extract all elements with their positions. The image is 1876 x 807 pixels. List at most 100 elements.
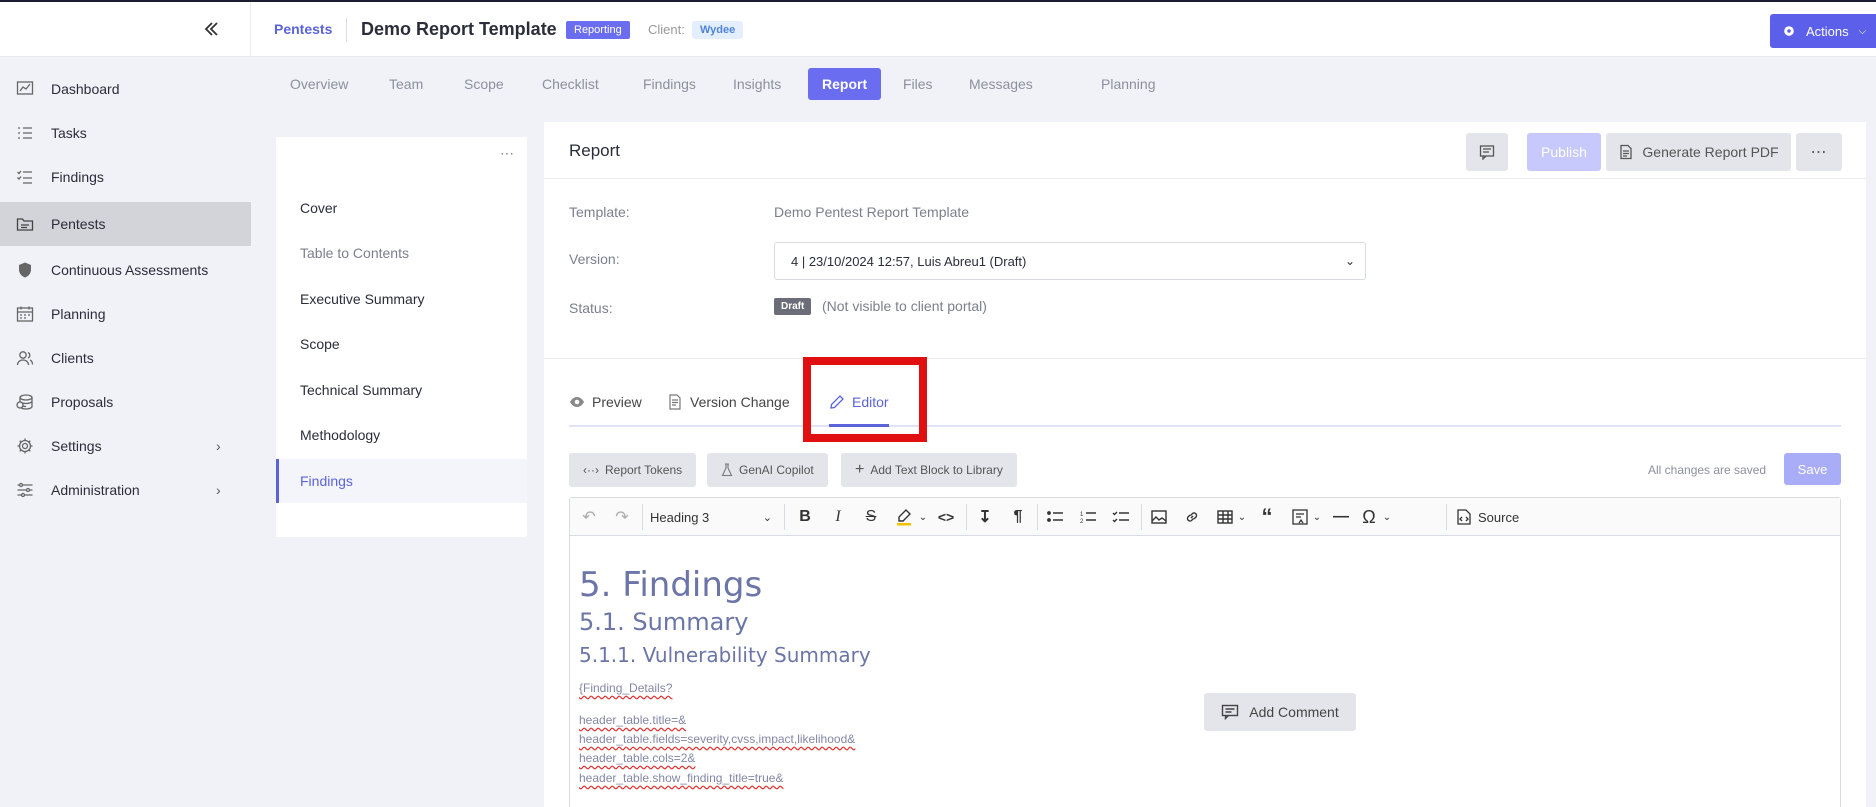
gear-icon [1784,26,1794,36]
undo-icon[interactable]: ↶ [578,506,600,528]
tab-team[interactable]: Team [375,68,437,100]
tab-version-changes[interactable]: Version Change [668,394,790,410]
content-heading-2[interactable]: 5.1. Summary [579,608,748,636]
generate-pdf-label: Generate Report PDF [1642,144,1779,160]
highlight-annotation-box [803,357,927,442]
tab-planning[interactable]: Planning [1087,68,1170,100]
more-options-icon[interactable]: ⋯ [500,145,515,162]
strikethrough-icon[interactable]: S [860,506,882,528]
document-icon [669,394,681,410]
sidebar-item-proposals[interactable]: Proposals [0,380,251,424]
code-tokens-icon: ‹··› [583,463,599,477]
plus-icon: + [855,461,865,478]
tab-checklist[interactable]: Checklist [528,68,613,100]
sidebar-item-clients[interactable]: Clients [0,336,251,380]
sidebar-item-findings[interactable]: Findings [0,155,251,199]
italic-icon[interactable]: I [827,506,849,528]
content-heading-1[interactable]: 5. Findings [579,565,762,605]
section-item-findings[interactable]: Findings [276,459,527,503]
content-line[interactable]: header_table.cols=2& [579,751,695,765]
save-button[interactable]: Save [1784,453,1841,485]
tab-messages[interactable]: Messages [955,68,1047,100]
sidebar-item-pentests[interactable]: Pentests [0,202,251,246]
more-options-icon: ⋯ [1810,144,1828,161]
sidebar-item-dashboard[interactable]: Dashboard [0,67,251,111]
actions-button[interactable]: Actions ⌵ [1770,14,1876,48]
list-icon [18,127,32,139]
add-text-block-button[interactable]: + Add Text Block to Library [841,453,1017,487]
more-actions-button[interactable]: ⋯ [1796,133,1842,171]
comment-icon [1479,145,1495,160]
tab-preview[interactable]: Preview [569,394,642,410]
sidebar-item-label: Continuous Assessments [51,262,209,278]
toolbar-divider [784,504,785,530]
tabs-underline-track [569,425,1841,427]
content-line[interactable]: header_table.fields=severity,cvss,impact… [579,732,855,746]
chevron-down-icon: ⌄ [762,511,772,524]
sidebar-item-tasks[interactable]: Tasks [0,111,251,155]
svg-text:2: 2 [1080,519,1084,525]
client-badge[interactable]: Wydee [692,21,744,39]
content-line[interactable]: header_table.title=& [579,713,686,727]
heading-value: Heading 3 [650,509,710,525]
sidebar-item-administration[interactable]: Administration › [0,468,251,512]
sidebar-item-settings[interactable]: Settings › [0,424,251,468]
report-tokens-button[interactable]: ‹··› Report Tokens [569,453,697,487]
source-button[interactable]: Source [1455,506,1519,528]
tab-overview[interactable]: Overview [276,68,362,100]
redo-icon[interactable]: ↷ [611,506,633,528]
tab-files[interactable]: Files [889,68,947,100]
horizontal-line-icon[interactable]: — [1330,506,1352,528]
sidebar-item-continuous-assessments[interactable]: Continuous Assessments [0,248,251,292]
sidebar-item-label: Proposals [51,394,114,410]
sidebar-item-label: Settings [51,438,102,454]
source-code-icon [1457,509,1471,525]
quote-icon[interactable]: “ [1256,504,1278,529]
chevron-down-icon[interactable]: ⌄ [1306,506,1328,528]
image-icon[interactable] [1148,506,1170,528]
add-text-block-label: Add Text Block to Library [870,463,1003,477]
paragraph-icon[interactable]: ¶ [1007,506,1029,528]
section-item-methodology[interactable]: Methodology [276,413,527,457]
chevron-down-icon[interactable]: ⌄ [1376,506,1398,528]
content-line[interactable]: {Finding_Details? [579,681,672,695]
section-item-cover[interactable]: Cover [276,186,527,230]
content-heading-3[interactable]: 5.1.1. Vulnerability Summary [579,643,871,667]
publish-button[interactable]: Publish [1527,133,1601,171]
sidebar-item-label: Administration [51,482,140,498]
genai-copilot-button[interactable]: GenAI Copilot [707,453,828,487]
chevron-down-icon[interactable]: ⌄ [1231,506,1253,528]
numbered-list-icon[interactable]: 12 [1077,506,1099,528]
heading-select[interactable]: Heading 3 ⌄ [650,506,778,528]
sidebar-item-planning[interactable]: Planning [0,292,251,336]
version-select[interactable]: 4 | 23/10/2024 12:57, Luis Abreu1 (Draft… [774,242,1366,280]
section-item-scope[interactable]: Scope [276,322,527,366]
section-item-technical-summary[interactable]: Technical Summary [276,368,527,412]
breadcrumb-pentests[interactable]: Pentests [274,21,332,37]
tab-findings[interactable]: Findings [629,68,710,100]
bold-icon[interactable]: B [794,506,816,528]
report-sections-panel: ⋯ Cover Table to Contents Executive Summ… [276,137,527,537]
report-card: Report Publish Generate Report PDF ⋯ Tem… [544,122,1866,807]
content-line[interactable]: header_table.show_finding_title=true& [579,771,783,785]
todo-list-icon[interactable] [1110,506,1132,528]
draft-badge: Draft [774,298,812,315]
page-break-icon[interactable]: ↧ [974,506,996,528]
collapse-sidebar-icon[interactable] [200,18,224,42]
code-icon[interactable]: <> [935,506,957,528]
bullet-list-icon[interactable] [1044,506,1066,528]
section-item-table-of-contents[interactable]: Table to Contents [276,231,527,275]
tab-report[interactable]: Report [808,68,882,100]
add-comment-button[interactable]: Add Comment [1204,693,1356,731]
link-icon[interactable] [1181,506,1203,528]
comments-button[interactable] [1466,133,1508,171]
tab-scope[interactable]: Scope [450,68,518,100]
sidebar-item-label: Dashboard [51,81,120,97]
toolbar-divider [1141,504,1142,530]
generate-pdf-button[interactable]: Generate Report PDF [1606,133,1791,171]
chevron-down-icon[interactable]: ⌄ [912,506,934,528]
tab-insights[interactable]: Insights [719,68,795,100]
page-title: Demo Report Template [361,19,557,39]
section-item-executive-summary[interactable]: Executive Summary [276,277,527,321]
chevron-right-icon: › [216,438,221,454]
